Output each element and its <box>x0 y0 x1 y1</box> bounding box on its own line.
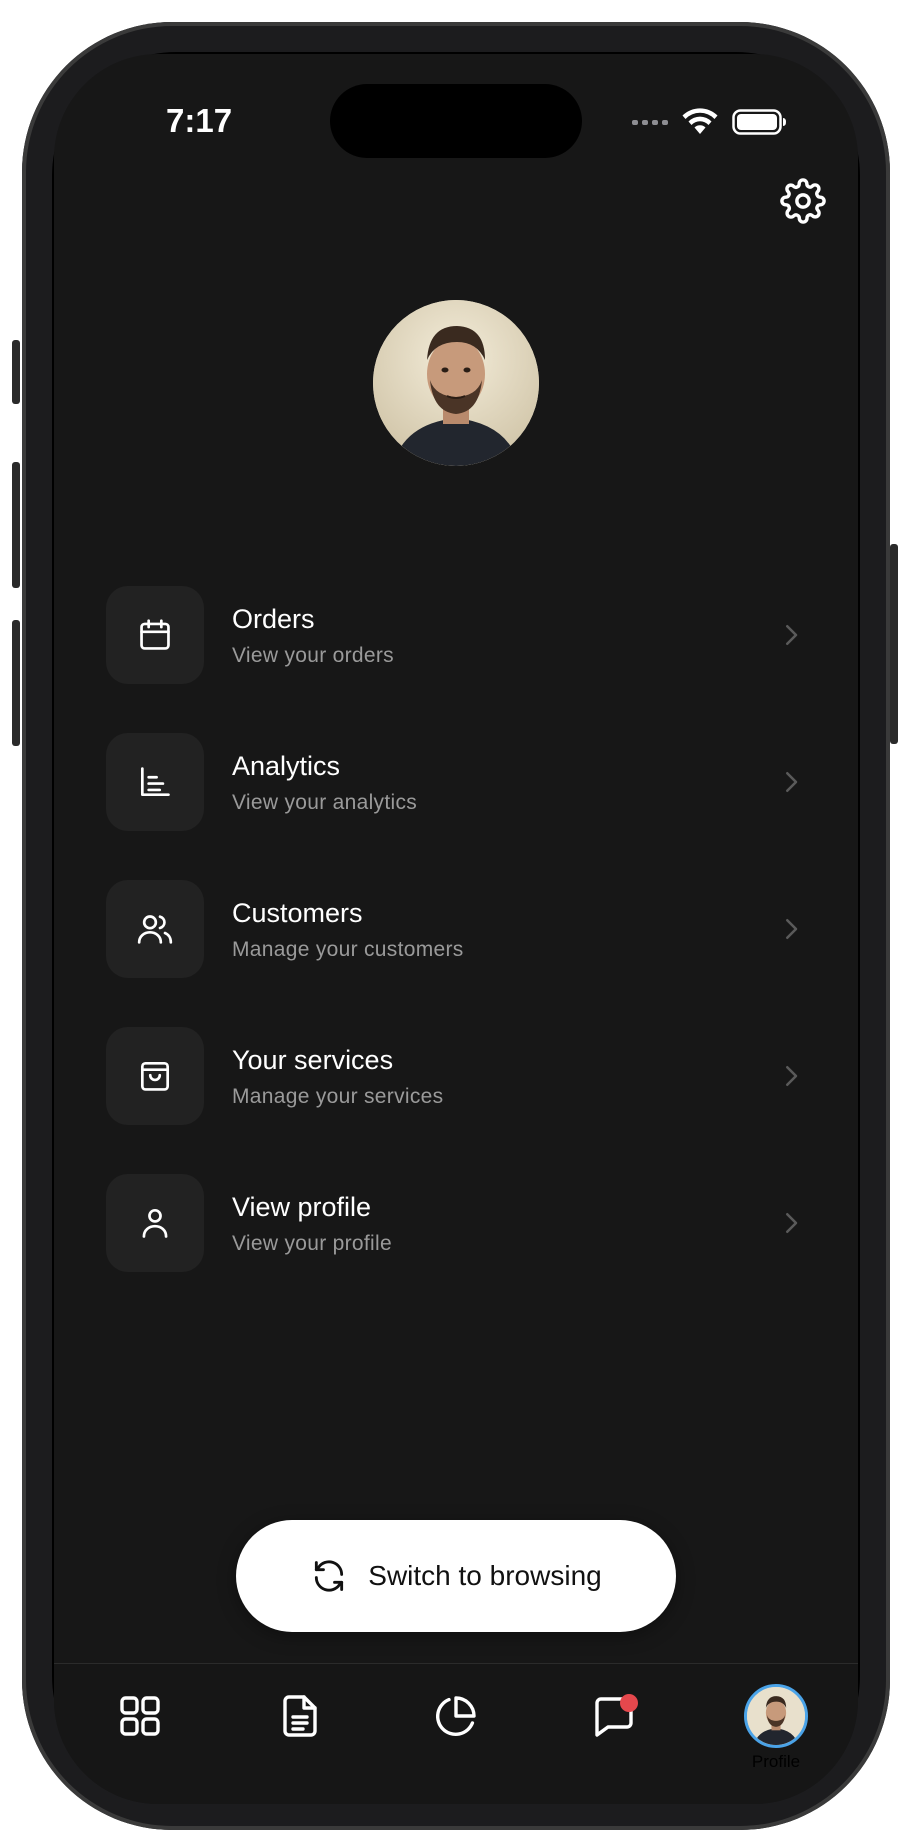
menu-item-title: Your services <box>232 1045 394 1075</box>
menu-icon-tile <box>106 586 204 684</box>
bar-chart-icon <box>140 767 170 797</box>
menu-item-subtitle: Manage your services <box>232 1085 444 1108</box>
menu-item-subtitle: View your analytics <box>232 791 418 814</box>
volume-down-button <box>12 620 20 746</box>
power-button <box>890 544 898 744</box>
tab-messages[interactable] <box>584 1686 644 1746</box>
grid-icon <box>120 1696 160 1736</box>
wifi-icon <box>682 108 718 134</box>
chevron-right-icon <box>786 1066 798 1086</box>
refresh-icon <box>315 1560 344 1592</box>
tab-documents[interactable] <box>270 1686 330 1746</box>
menu-item-view-profile[interactable]: View profile View your profile <box>106 1174 806 1272</box>
status-icons <box>632 104 788 140</box>
menu-item-subtitle: Manage your customers <box>232 938 464 961</box>
menu-item-orders[interactable]: Orders View your orders <box>106 586 806 684</box>
menu-icon-tile <box>106 1174 204 1272</box>
menu-item-analytics[interactable]: Analytics View your analytics <box>106 733 806 831</box>
menu-item-customers[interactable]: Customers Manage your customers <box>106 880 806 978</box>
switch-button-label: Switch to browsing <box>368 1560 602 1591</box>
menu-item-subtitle: View your orders <box>232 644 394 667</box>
tab-profile-label: Profile <box>751 1752 801 1771</box>
profile-avatar[interactable] <box>373 300 539 466</box>
tab-bar: Profile <box>54 1663 858 1804</box>
menu-icon-tile <box>106 733 204 831</box>
menu-icon-tile <box>106 880 204 978</box>
cellular-signal-icon <box>632 119 668 125</box>
menu-item-title: Orders <box>232 604 315 634</box>
tab-analytics[interactable] <box>426 1686 486 1746</box>
notification-badge <box>620 1694 638 1712</box>
menu-icon-tile <box>106 1027 204 1125</box>
tab-dashboard[interactable] <box>110 1686 170 1746</box>
volume-up-button <box>12 462 20 588</box>
document-icon <box>283 1695 317 1737</box>
tab-profile-avatar[interactable] <box>744 1684 808 1748</box>
action-button <box>12 340 20 404</box>
menu-item-title: View profile <box>232 1192 372 1222</box>
menu-item-title: Analytics <box>232 751 341 781</box>
chevron-right-icon <box>786 772 798 792</box>
chevron-right-icon <box>786 919 798 939</box>
switch-to-browsing-button[interactable]: Switch to browsing <box>236 1520 676 1632</box>
status-time: 7:17 <box>166 102 233 139</box>
chevron-right-icon <box>786 1213 798 1233</box>
chevron-right-icon <box>786 625 798 645</box>
gear-icon[interactable] <box>780 178 826 224</box>
calendar-icon <box>140 619 170 650</box>
menu-item-subtitle: View your profile <box>232 1232 392 1255</box>
menu-item-services[interactable]: Your services Manage your services <box>106 1027 806 1125</box>
battery-icon <box>732 109 786 135</box>
users-icon <box>137 915 173 944</box>
user-icon <box>142 1208 168 1238</box>
dynamic-island <box>330 84 582 158</box>
menu-item-title: Customers <box>232 898 363 928</box>
screen: 7:17 Orders View your orders Analytics V… <box>54 54 858 1804</box>
pie-chart-icon <box>436 1696 476 1736</box>
shopping-bag-icon <box>140 1061 170 1091</box>
